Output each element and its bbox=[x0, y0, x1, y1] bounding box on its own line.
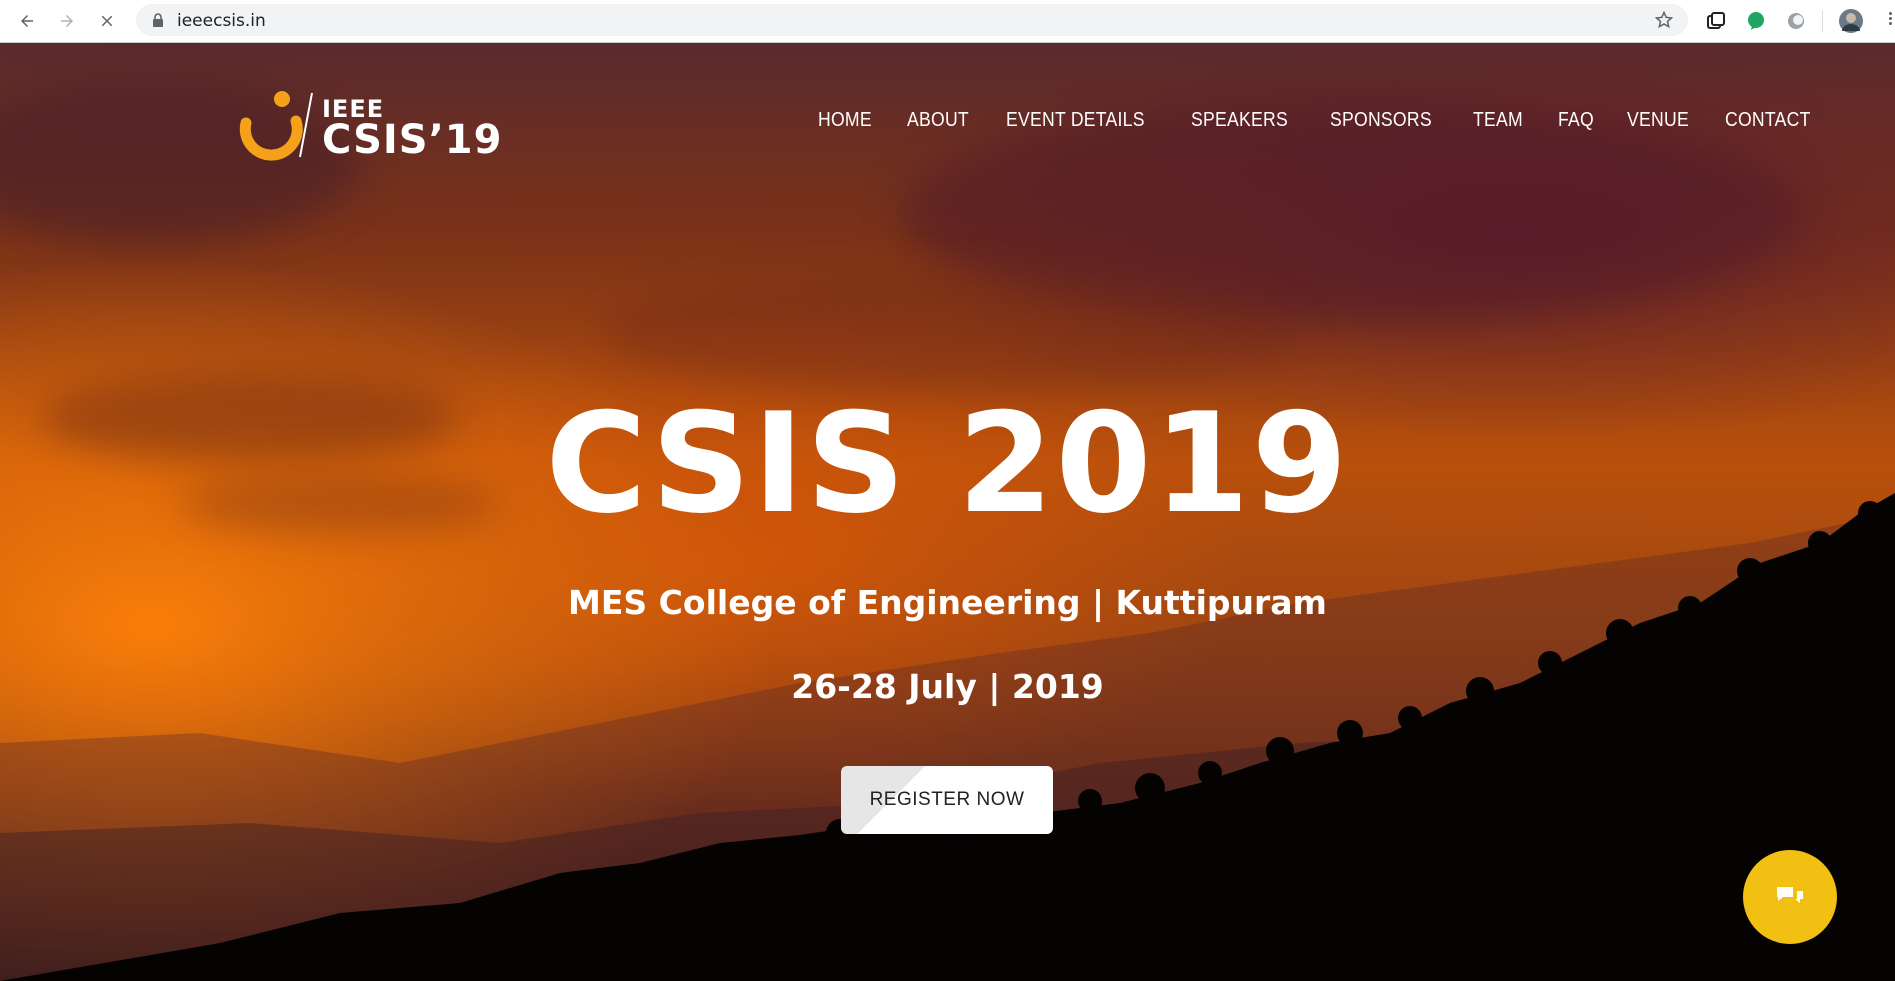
main-navigation: HOME ABOUT EVENT DETAILS SPEAKERS SPONSO… bbox=[818, 109, 1851, 132]
register-now-button[interactable]: REGISTER NOW bbox=[841, 766, 1053, 834]
nav-sponsors[interactable]: SPONSORS bbox=[1330, 109, 1432, 132]
avatar-icon bbox=[1839, 9, 1863, 33]
profile-avatar[interactable] bbox=[1838, 8, 1864, 34]
browser-toolbar: ieeecsis.in bbox=[0, 0, 1895, 43]
nav-event-details[interactable]: EVENT DETAILS bbox=[1006, 109, 1145, 132]
nav-home[interactable]: HOME bbox=[818, 109, 872, 132]
chat-widget-button[interactable] bbox=[1743, 850, 1837, 944]
back-arrow-icon bbox=[21, 15, 33, 27]
nav-venue[interactable]: VENUE bbox=[1627, 109, 1689, 132]
hero-dates: 26-28 July | 2019 bbox=[791, 667, 1104, 706]
forward-arrow-icon bbox=[61, 15, 73, 27]
stop-loading-button[interactable] bbox=[94, 8, 120, 34]
copy-tabs-icon bbox=[1707, 12, 1725, 29]
nav-contact[interactable]: CONTACT bbox=[1725, 109, 1811, 132]
nav-about[interactable]: ABOUT bbox=[907, 109, 969, 132]
bookmark-star-icon[interactable] bbox=[1654, 10, 1674, 30]
grey-circle-icon bbox=[1788, 13, 1804, 29]
extension-icon-tabs[interactable] bbox=[1703, 8, 1729, 34]
close-icon bbox=[101, 15, 113, 27]
hero-title: CSIS 2019 bbox=[545, 383, 1350, 544]
logo-mark-icon bbox=[239, 91, 313, 161]
toolbar-divider bbox=[1822, 10, 1823, 32]
forward-button[interactable] bbox=[54, 8, 80, 34]
chat-bubbles-icon bbox=[1777, 887, 1803, 903]
site-logo[interactable]: IEEE CSIS’19 bbox=[234, 87, 501, 167]
hero-venue: MES College of Engineering | Kuttipuram bbox=[568, 583, 1327, 622]
logo-text-csis: CSIS’19 bbox=[322, 117, 503, 163]
hero-section: IEEE CSIS’19 HOME ABOUT EVENT DETAILS SP… bbox=[0, 43, 1895, 981]
extension-icon-circle[interactable] bbox=[1783, 8, 1809, 34]
nav-speakers[interactable]: SPEAKERS bbox=[1191, 109, 1288, 132]
address-bar[interactable]: ieeecsis.in bbox=[136, 4, 1688, 36]
extension-icon-chat[interactable] bbox=[1743, 8, 1769, 34]
url-text: ieeecsis.in bbox=[177, 11, 266, 31]
green-chat-icon bbox=[1748, 12, 1764, 30]
nav-faq[interactable]: FAQ bbox=[1558, 109, 1594, 132]
back-button[interactable] bbox=[14, 8, 40, 34]
browser-menu-button[interactable] bbox=[1887, 10, 1895, 32]
lock-icon bbox=[153, 13, 163, 27]
nav-team[interactable]: TEAM bbox=[1473, 109, 1523, 132]
